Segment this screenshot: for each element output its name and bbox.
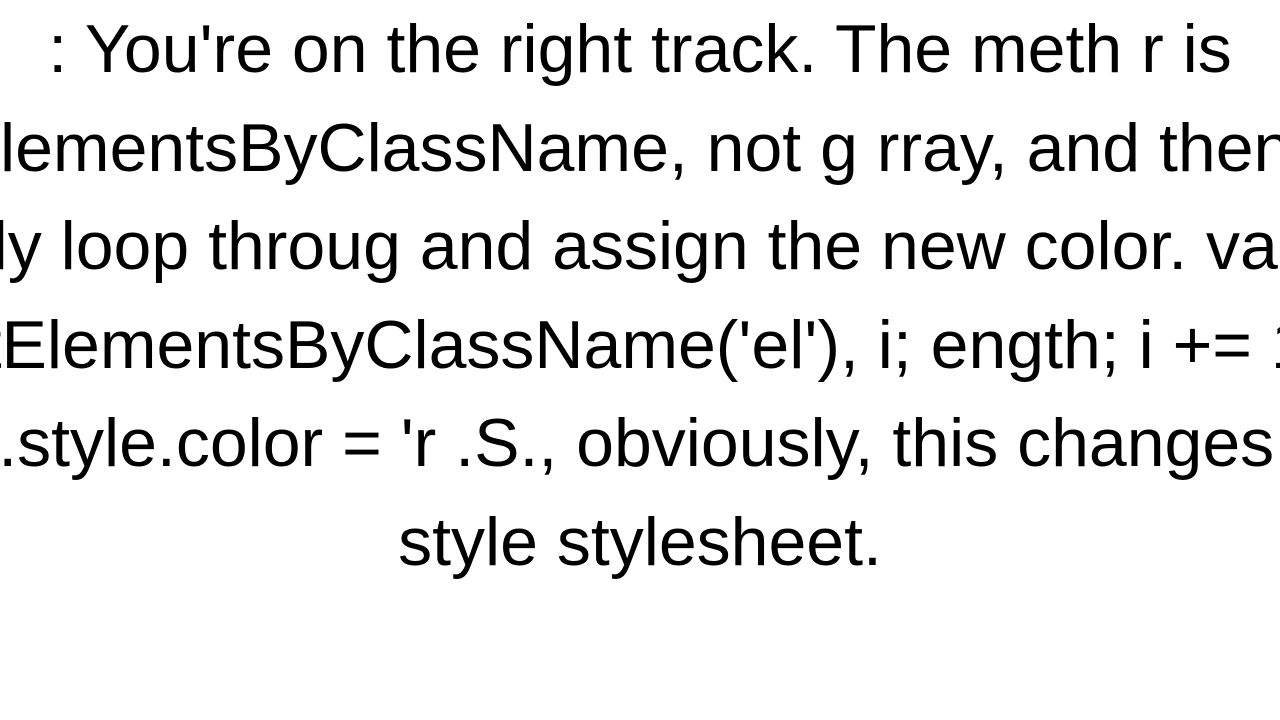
answer-body-text: : You're on the right track. The meth r … [0, 0, 1280, 592]
document-viewport: : You're on the right track. The meth r … [0, 0, 1280, 720]
